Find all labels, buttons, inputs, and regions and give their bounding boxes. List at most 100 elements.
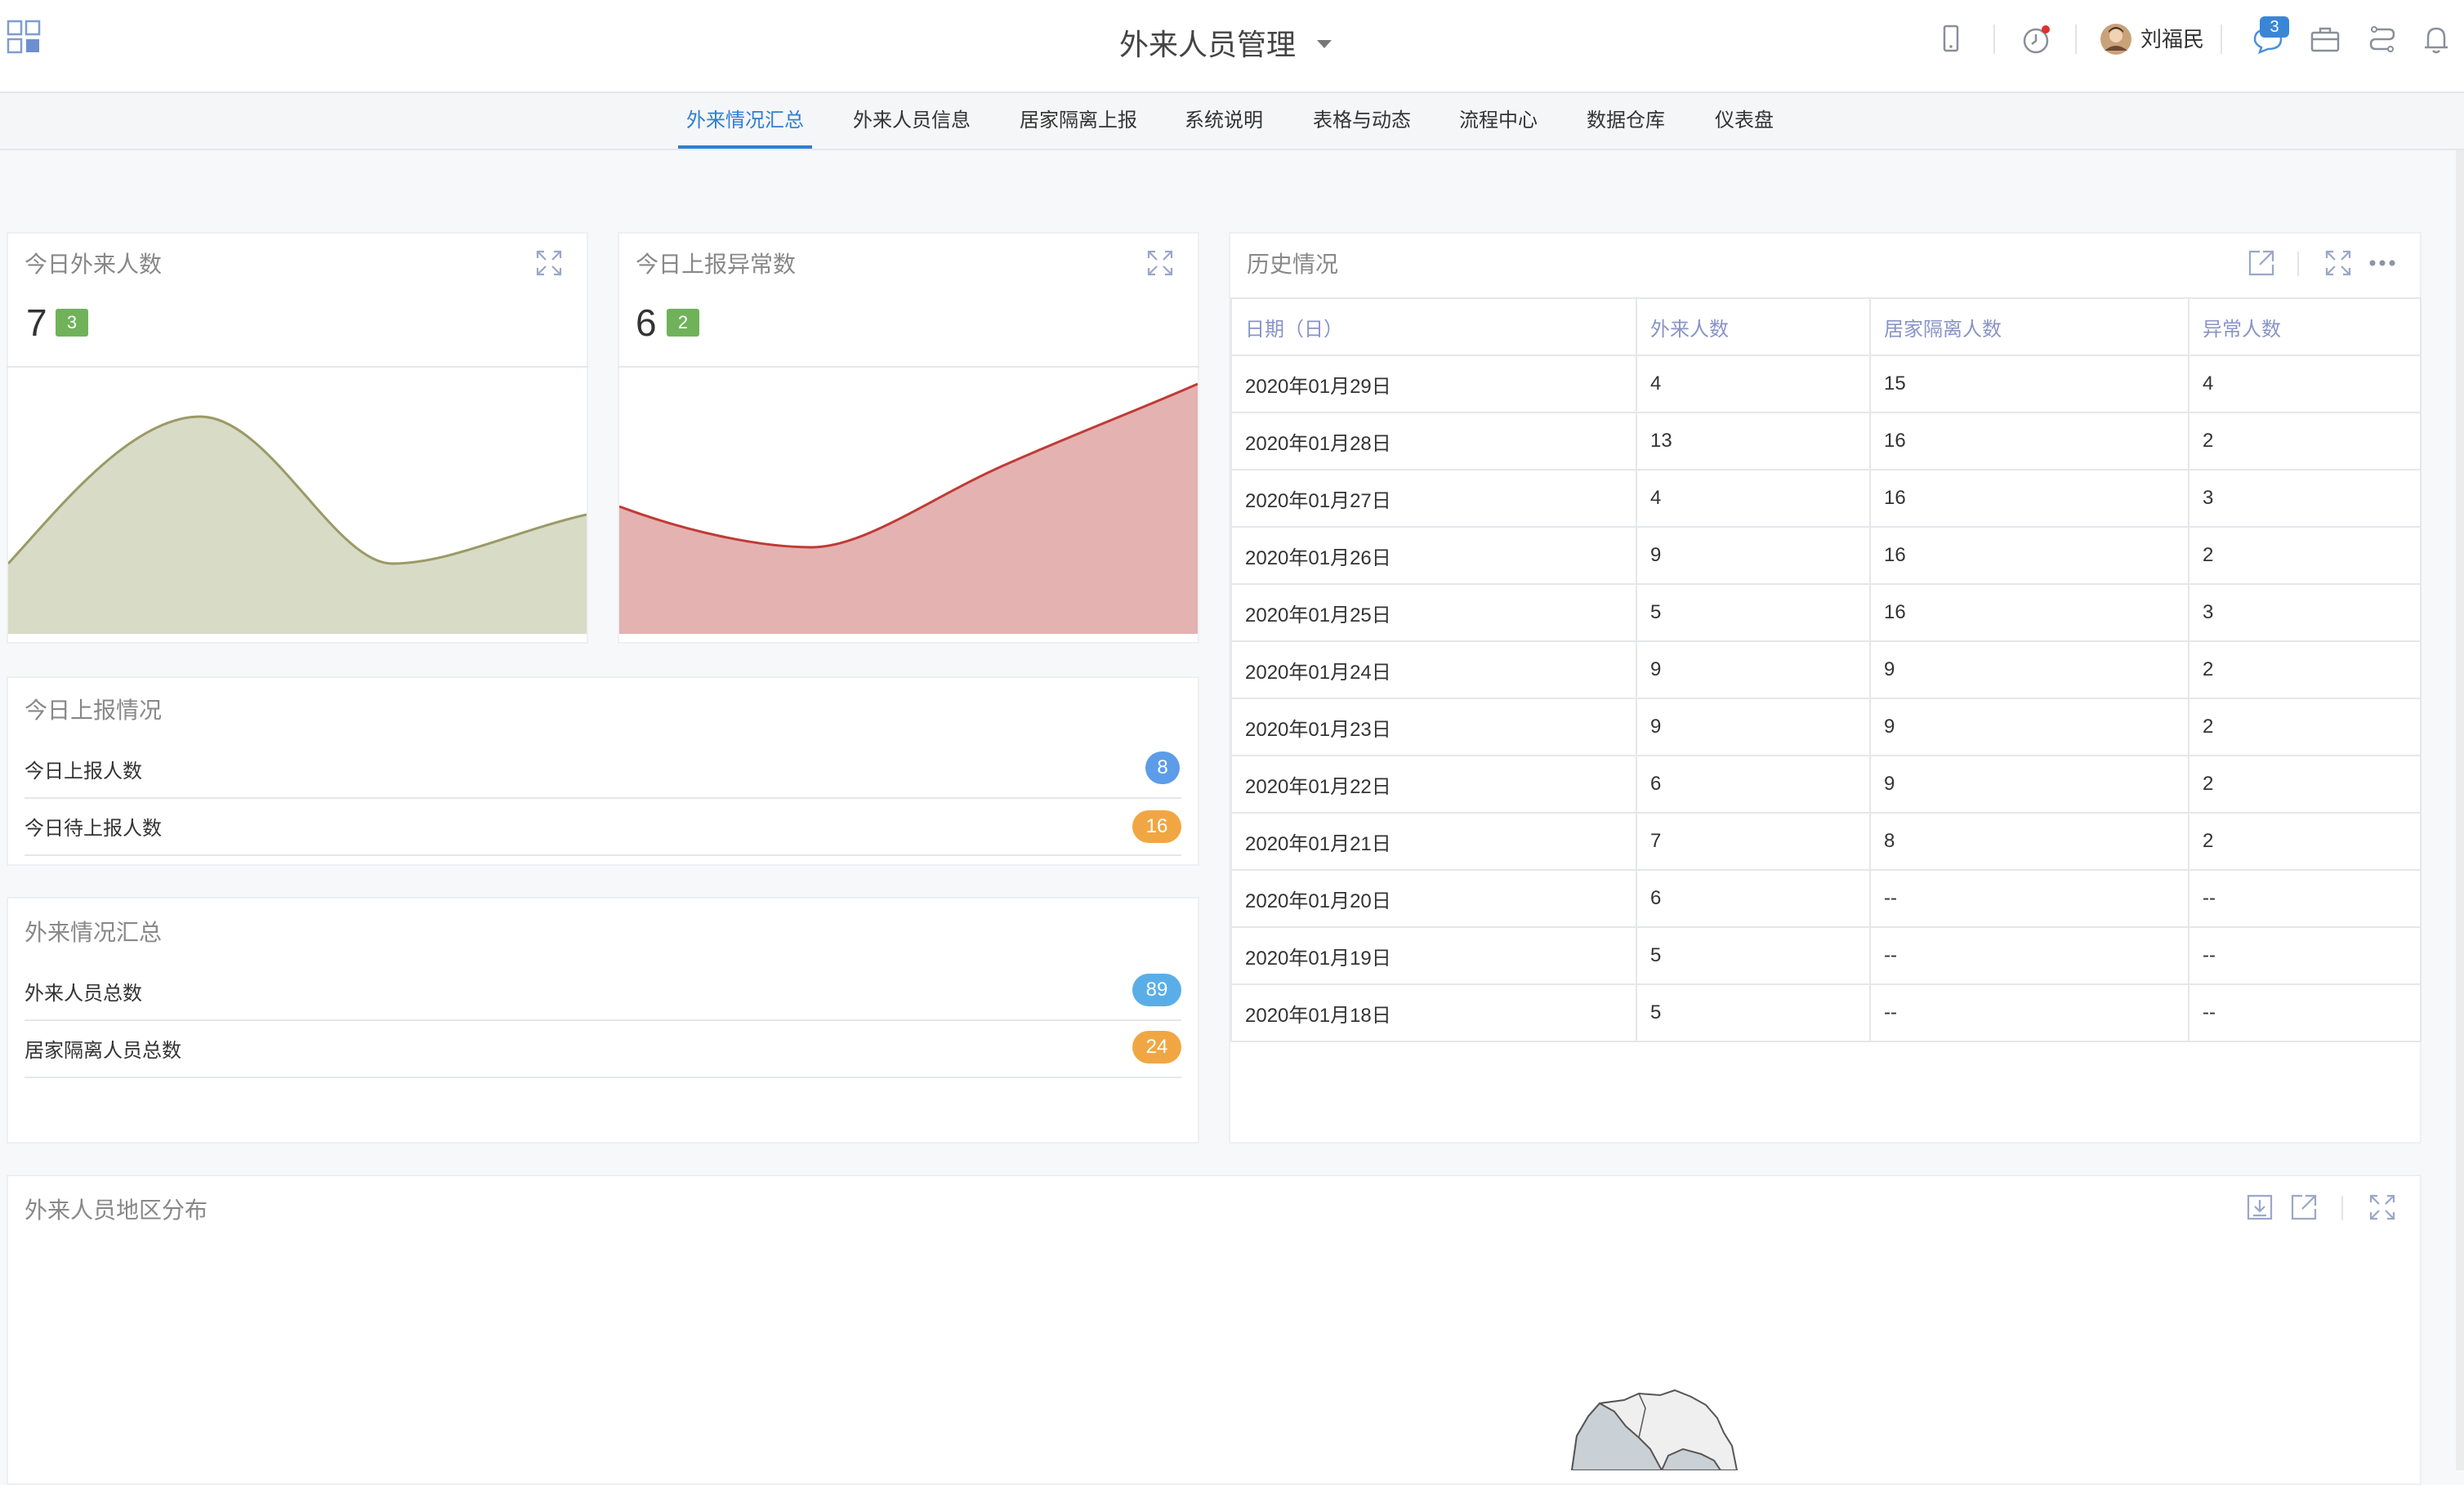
table-row[interactable]: 2020年01月21日 7 8 2: [1230, 812, 2422, 871]
expand-icon[interactable]: [1144, 247, 1176, 279]
report-today-card: [7, 676, 1199, 866]
quarantine-cell: 8: [1869, 812, 2189, 871]
table-row[interactable]: 2020年01月18日 5 -- --: [1230, 983, 2422, 1042]
date-cell: 2020年01月23日: [1230, 698, 1637, 756]
tab-forms-and-feed[interactable]: 表格与动态: [1307, 93, 1417, 149]
briefcase-icon[interactable]: [2307, 21, 2343, 57]
history-table: 日期（日） 外来人数 居家隔离人数 异常人数 2020年01月29日 4 15 4 20…: [1230, 297, 2422, 1042]
reported-count-label: 今日上报人数: [25, 760, 142, 783]
toolbar-separator: [2341, 1196, 2343, 1220]
tab-data-warehouse[interactable]: 数据仓库: [1578, 93, 1673, 149]
visitors-today-value: 7: [26, 301, 47, 344]
card-title: 今日上报情况: [25, 698, 163, 723]
abnormal-today-change-badge: 2: [667, 309, 699, 337]
abnormal-cell: 3: [2188, 583, 2422, 642]
table-row[interactable]: 2020年01月29日 4 15 4: [1230, 355, 2422, 413]
date-cell: 2020年01月27日: [1230, 469, 1637, 528]
divider: [7, 366, 588, 368]
tab-summary[interactable]: 外来情况汇总: [678, 93, 812, 149]
visitors-cell: 4: [1636, 355, 1871, 413]
workflow-icon[interactable]: [2364, 21, 2400, 57]
abnormal-cell: 2: [2188, 755, 2422, 814]
tab-home-quarantine-report[interactable]: 居家隔离上报: [1011, 93, 1145, 149]
region-distribution-card: [7, 1175, 2422, 1485]
date-cell: 2020年01月25日: [1230, 583, 1637, 642]
abnormal-cell: 4: [2188, 355, 2422, 413]
table-header-row: 日期（日） 外来人数 居家隔离人数 异常人数: [1230, 297, 2422, 356]
tab-dashboard[interactable]: 仪表盘: [1707, 93, 1781, 149]
quarantine-cell: 16: [1869, 469, 2189, 528]
visitors-cell: 9: [1636, 640, 1871, 699]
quarantine-total-label: 居家隔离人员总数: [25, 1040, 181, 1062]
visitors-cell: 5: [1636, 583, 1871, 642]
visitors-cell: 6: [1636, 755, 1871, 814]
open-external-icon[interactable]: [2245, 247, 2278, 279]
quarantine-cell: --: [1869, 926, 2189, 985]
date-cell: 2020年01月20日: [1230, 869, 1637, 928]
header-separator: [2075, 25, 2077, 54]
abnormal-cell: --: [2188, 869, 2422, 928]
quarantine-cell: 9: [1869, 755, 2189, 814]
tab-system-description[interactable]: 系统说明: [1176, 93, 1271, 149]
bell-icon[interactable]: [2418, 21, 2454, 57]
app-title: 外来人员管理: [1118, 28, 1296, 61]
expand-icon[interactable]: [533, 247, 565, 279]
date-cell: 2020年01月28日: [1230, 412, 1637, 470]
table-row[interactable]: 2020年01月20日 6 -- --: [1230, 869, 2422, 928]
more-options-icon[interactable]: [2366, 247, 2399, 279]
quarantine-cell: 15: [1869, 355, 2189, 413]
table-row[interactable]: 2020年01月26日 9 16 2: [1230, 526, 2422, 585]
abnormal-cell: 2: [2188, 812, 2422, 871]
table-row[interactable]: 2020年01月27日 4 16 3: [1230, 469, 2422, 528]
tab-workflow-center[interactable]: 流程中心: [1451, 93, 1546, 149]
table-row[interactable]: 2020年01月22日 6 9 2: [1230, 755, 2422, 814]
abnormal-cell: 2: [2188, 698, 2422, 756]
table-row[interactable]: 2020年01月24日 9 9 2: [1230, 640, 2422, 699]
date-cell: 2020年01月26日: [1230, 526, 1637, 585]
date-cell: 2020年01月29日: [1230, 355, 1637, 413]
user-name[interactable]: 刘福民: [2140, 23, 2204, 56]
header-separator: [2221, 25, 2222, 54]
date-cell: 2020年01月22日: [1230, 755, 1637, 814]
open-external-icon[interactable]: [2288, 1191, 2320, 1224]
tab-visitor-info[interactable]: 外来人员信息: [845, 93, 979, 149]
header-separator: [1993, 25, 1995, 54]
visitors-cell: 7: [1636, 812, 1871, 871]
clock-notification-icon[interactable]: [2018, 21, 2054, 57]
region-map: [1570, 1389, 1739, 1470]
table-row[interactable]: 2020年01月23日 9 9 2: [1230, 698, 2422, 756]
divider: [25, 797, 1181, 799]
avatar[interactable]: [2098, 21, 2134, 57]
table-row[interactable]: 2020年01月25日 5 16 3: [1230, 583, 2422, 642]
download-icon[interactable]: [2243, 1191, 2276, 1224]
visitors-cell: 9: [1636, 526, 1871, 585]
quarantine-cell: 9: [1869, 698, 2189, 756]
mobile-icon[interactable]: [1933, 21, 1969, 57]
visitors-sparkline-chart: [8, 415, 587, 634]
quarantine-cell: --: [1869, 869, 2189, 928]
quarantine-cell: 16: [1869, 526, 2189, 585]
app-title-dropdown[interactable]: 外来人员管理: [1062, 18, 1389, 67]
app-grid-icon[interactable]: [7, 20, 42, 56]
divider: [618, 366, 1199, 368]
abnormal-cell: --: [2188, 983, 2422, 1042]
quarantine-total-badge: 24: [1132, 1031, 1181, 1064]
column-header-visitors: 外来人数: [1636, 297, 1871, 356]
expand-icon[interactable]: [2322, 247, 2355, 279]
caret-down-icon: [1317, 40, 1332, 48]
table-row[interactable]: 2020年01月28日 13 16 2: [1230, 412, 2422, 470]
quarantine-cell: --: [1869, 983, 2189, 1042]
abnormal-today-value: 6: [636, 301, 657, 344]
pending-report-count-label: 今日待上报人数: [25, 818, 162, 840]
visitors-cell: 5: [1636, 926, 1871, 985]
active-tab-indicator: [678, 145, 812, 149]
divider: [25, 854, 1181, 856]
quarantine-cell: 9: [1869, 640, 2189, 699]
expand-icon[interactable]: [2366, 1191, 2399, 1224]
date-cell: 2020年01月21日: [1230, 812, 1637, 871]
scrollbar-track[interactable]: [2456, 150, 2464, 1470]
table-row[interactable]: 2020年01月19日 5 -- --: [1230, 926, 2422, 985]
quarantine-cell: 16: [1869, 583, 2189, 642]
date-cell: 2020年01月24日: [1230, 640, 1637, 699]
message-count-badge: 3: [2260, 16, 2289, 38]
